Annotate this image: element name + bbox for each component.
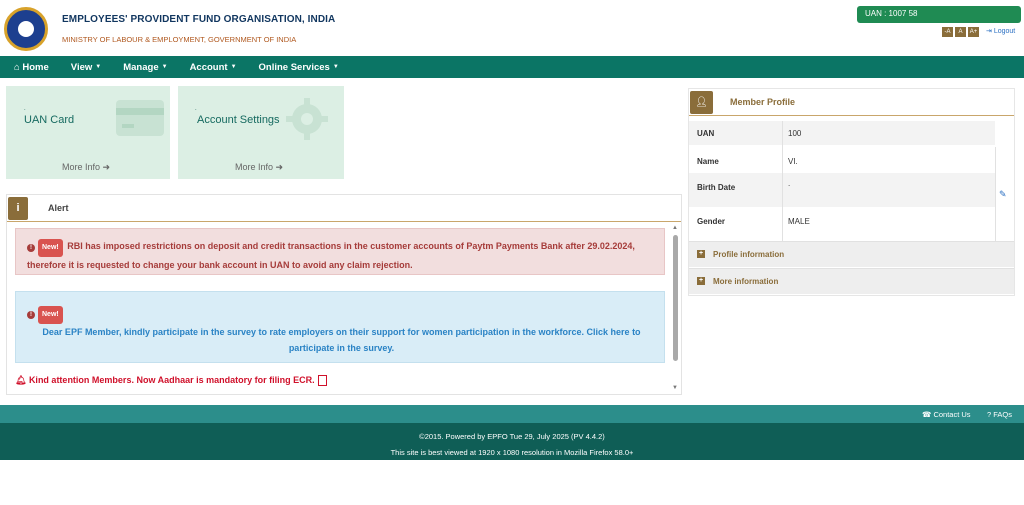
alert-message-survey[interactable]: ! New! Dear EPF Member, kindly participat…	[15, 291, 665, 363]
bell-icon: 🔔︎	[15, 375, 29, 385]
accordion-profile-information[interactable]: + Profile information	[689, 241, 1014, 267]
font-reset-button[interactable]: A	[955, 27, 966, 37]
caret-down-icon: ▼	[332, 64, 339, 70]
footer: ©2015. Powered by EPFO Tue 29, July 2025…	[0, 423, 1024, 460]
alert-panel: i Alert ! New! RBI has imposed restrictio…	[6, 194, 682, 395]
uan-badge: UAN : 1007 58	[857, 6, 1021, 23]
nav-online-services[interactable]: Online Services ▼	[259, 62, 339, 73]
accordion-more-information[interactable]: + More information	[689, 268, 1014, 294]
arrow-circle-icon: ➜	[102, 162, 111, 172]
tile-dot: .	[24, 106, 26, 112]
profile-title: Member Profile	[730, 97, 796, 107]
nav-view[interactable]: View ▼	[71, 62, 101, 73]
alert-message-paytm[interactable]: ! New! RBI has imposed restrictions on de…	[15, 228, 665, 275]
caret-down-icon: ▼	[161, 64, 168, 70]
caret-down-icon: ▼	[230, 64, 237, 70]
font-size-controls: -A A A+	[942, 27, 979, 37]
table-divider	[782, 121, 783, 241]
caret-down-icon: ▼	[95, 64, 102, 70]
exclamation-icon: !	[27, 311, 35, 319]
gear-icon	[286, 98, 328, 140]
member-profile-panel: 👤︎ Member Profile UAN 100 Name VI. Birth…	[688, 88, 1015, 296]
font-decrease-button[interactable]: -A	[942, 27, 953, 37]
profile-row-name: Name VI.	[689, 147, 995, 173]
edit-icon[interactable]: ✎	[999, 189, 1007, 200]
contact-us-link[interactable]: ☎ Contact Us	[922, 410, 971, 419]
profile-header: 👤︎ Member Profile	[689, 89, 1014, 116]
nav-account[interactable]: Account ▼	[190, 62, 237, 73]
pdf-icon[interactable]	[317, 375, 327, 387]
scroll-down-arrow[interactable]: ▼	[672, 385, 678, 391]
tile-dot: .	[195, 106, 197, 112]
logout-link[interactable]: ⇥ Logout	[986, 27, 1015, 35]
faqs-link[interactable]: ? FAQs	[987, 410, 1012, 419]
exclamation-icon: !	[27, 244, 35, 252]
plus-icon: +	[697, 250, 705, 258]
profile-row-birth-date: Birth Date .	[689, 173, 995, 207]
add-user-icon: 👤︎	[690, 91, 713, 114]
alert-header: i Alert	[7, 195, 681, 222]
survey-link[interactable]: Dear EPF Member, kindly participate in t…	[27, 324, 656, 356]
plus-icon: +	[697, 277, 705, 285]
account-settings-tile[interactable]: . Account Settings More Info ➜	[178, 86, 344, 179]
card-icon	[116, 100, 164, 136]
nav-manage[interactable]: Manage ▼	[123, 62, 167, 73]
profile-row-gender: Gender MALE	[689, 207, 995, 241]
new-badge: New!	[38, 306, 63, 324]
new-badge: New!	[38, 239, 63, 257]
font-increase-button[interactable]: A+	[968, 27, 979, 37]
phone-icon: ☎	[922, 410, 934, 419]
alert-text: RBI has imposed restrictions on deposit …	[27, 241, 635, 270]
nav-home[interactable]: ⌂ Home	[14, 62, 49, 73]
tile-title: UAN Card	[24, 114, 75, 126]
footer-links-bar: ☎ Contact Us ? FAQs	[0, 405, 1024, 423]
logout-icon: ⇥	[986, 28, 994, 35]
info-icon: i	[8, 197, 28, 220]
home-icon: ⌂	[14, 61, 23, 73]
scrollbar-thumb[interactable]	[673, 235, 678, 361]
site-header: EMPLOYEES' PROVIDENT FUND ORGANISATION, …	[0, 0, 1024, 56]
epfo-logo	[4, 7, 48, 51]
ministry-name: MINISTRY OF LABOUR & EMPLOYMENT, GOVERNM…	[62, 35, 297, 44]
profile-row-uan: UAN 100	[689, 121, 995, 145]
alert-title: Alert	[48, 203, 69, 213]
uan-card-tile[interactable]: . UAN Card More Info ➜	[6, 86, 170, 179]
browser-note: This site is best viewed at 1920 x 1080 …	[390, 448, 634, 457]
tile-more-info[interactable]: More Info ➜	[235, 162, 283, 173]
scroll-up-arrow[interactable]: ▲	[672, 225, 678, 231]
tile-more-info[interactable]: More Info ➜	[62, 162, 110, 173]
arrow-circle-icon: ➜	[275, 162, 284, 172]
main-navbar: ⌂ Home View ▼ Manage ▼ Account ▼ Online Ser…	[0, 56, 1024, 78]
aadhaar-notice[interactable]: 🔔︎ Kind attention Members. Now Aadhaar i…	[15, 375, 327, 387]
copyright-text: ©2015. Powered by EPFO Tue 29, July 2025…	[419, 432, 605, 441]
org-name: EMPLOYEES' PROVIDENT FUND ORGANISATION, …	[62, 14, 336, 25]
tile-title: Account Settings	[197, 114, 280, 126]
